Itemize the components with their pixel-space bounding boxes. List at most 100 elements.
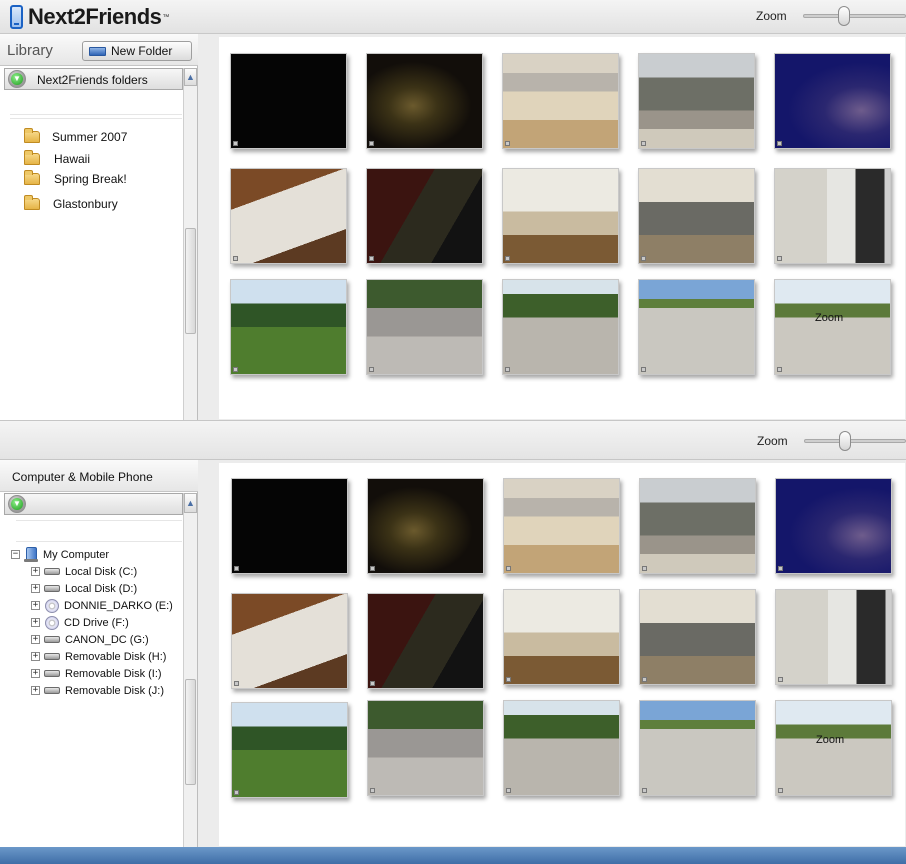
- brand-name: Next2Friends: [28, 4, 162, 29]
- hard-drive-icon: [44, 687, 60, 694]
- thumbnail[interactable]: [774, 168, 891, 264]
- tree-node-drive[interactable]: + Local Disk (D:): [31, 580, 179, 597]
- thumbnail[interactable]: [367, 593, 484, 689]
- thumbnail[interactable]: [230, 279, 347, 375]
- expand-icon[interactable]: +: [31, 584, 40, 593]
- thumbnail[interactable]: [502, 53, 619, 149]
- computer-icon: [24, 547, 38, 562]
- folders-bar[interactable]: ▼ Next2Friends folders: [4, 68, 183, 90]
- thumbnail[interactable]: [502, 279, 619, 375]
- thumbnail[interactable]: Zoom: [774, 279, 891, 375]
- thumbnail[interactable]: [367, 700, 484, 796]
- tree-node-drive[interactable]: + CD Drive (F:): [31, 614, 179, 631]
- computer-panel-header: Computer & Mobile Phone: [0, 460, 198, 492]
- tree-node-label: DONNIE_DARKO (E:): [64, 599, 173, 612]
- expand-icon[interactable]: +: [31, 601, 40, 610]
- thumbnail[interactable]: [366, 279, 483, 375]
- bottom-thumbnail-grid: Zoom: [219, 463, 905, 846]
- thumbnail[interactable]: [503, 589, 620, 685]
- thumbnail[interactable]: [775, 589, 892, 685]
- folder-item-summer-2007[interactable]: Summer 2007: [24, 128, 127, 144]
- tree-node-drive[interactable]: + Removable Disk (I:): [31, 665, 179, 682]
- folder-icon: [24, 170, 40, 185]
- bottom-zoom-slider-handle[interactable]: [839, 431, 851, 451]
- thumbnail[interactable]: [366, 53, 483, 149]
- tree-node-label: My Computer: [43, 548, 110, 561]
- divider: [16, 541, 182, 542]
- scroll-up-icon[interactable]: ▲: [184, 493, 197, 513]
- tree-node-my-computer[interactable]: − My Computer: [11, 546, 179, 563]
- expand-icon[interactable]: +: [31, 635, 40, 644]
- computer-tree-bar[interactable]: ▼: [4, 493, 183, 515]
- tree-node-label: Removable Disk (I:): [65, 667, 162, 680]
- scroll-thumb[interactable]: [185, 228, 196, 334]
- folders-bar-label: Next2Friends folders: [37, 73, 148, 87]
- thumbnail[interactable]: [230, 168, 347, 264]
- thumbnail[interactable]: [638, 53, 755, 149]
- library-header: Library New Folder: [0, 34, 198, 66]
- tree-node-label: Local Disk (C:): [65, 565, 138, 578]
- expand-icon[interactable]: +: [31, 686, 40, 695]
- top-zoom-slider-track[interactable]: [803, 14, 906, 18]
- tree-node-drive[interactable]: + Local Disk (C:): [31, 563, 179, 580]
- tree-node-label: Local Disk (D:): [65, 582, 138, 595]
- tree-node-label: Removable Disk (J:): [65, 684, 165, 697]
- thumbnail[interactable]: [503, 700, 620, 796]
- top-zoom-label: Zoom: [756, 9, 787, 23]
- thumbnail[interactable]: [639, 700, 756, 796]
- library-title: Library: [7, 42, 53, 59]
- thumbnail[interactable]: [502, 168, 619, 264]
- hard-drive-icon: [44, 670, 60, 677]
- thumbnail[interactable]: [638, 279, 755, 375]
- new-folder-icon: [89, 46, 106, 56]
- folder-icon: [24, 195, 40, 210]
- computer-tree: − My Computer + Local Disk (C:) + Local …: [11, 546, 179, 699]
- expand-icon[interactable]: +: [31, 618, 40, 627]
- tree-node-drive[interactable]: + DONNIE_DARKO (E:): [31, 597, 179, 614]
- expand-icon[interactable]: +: [31, 669, 40, 678]
- folder-item-hawaii[interactable]: Hawaii: [24, 150, 90, 166]
- thumbnail[interactable]: [230, 53, 347, 149]
- app-header: Next2Friends ™ Zoom: [0, 0, 906, 34]
- thumbnail[interactable]: [774, 53, 891, 149]
- thumbnail[interactable]: Zoom: [775, 700, 892, 796]
- tree-node-drive[interactable]: + Removable Disk (J:): [31, 682, 179, 699]
- tree-scrollbar[interactable]: ▲: [183, 493, 197, 847]
- expand-icon[interactable]: +: [31, 567, 40, 576]
- new-folder-label: New Folder: [111, 44, 173, 58]
- thumbnail[interactable]: [231, 478, 348, 574]
- scroll-up-icon[interactable]: ▲: [184, 68, 197, 86]
- expand-icon[interactable]: +: [31, 652, 40, 661]
- folder-icon: [24, 128, 40, 143]
- grid-footer-strip: [219, 808, 632, 845]
- app-window: Next2Friends ™ Zoom Library New Folder ▼…: [0, 0, 906, 864]
- thumbnail[interactable]: [231, 702, 348, 798]
- thumbnail[interactable]: [231, 593, 348, 689]
- trademark: ™: [162, 13, 170, 21]
- folder-item-glastonbury[interactable]: Glastonbury: [24, 195, 118, 211]
- folder-item-spring-break[interactable]: Spring Break!: [24, 170, 127, 186]
- thumbnail[interactable]: [639, 478, 756, 574]
- tree-node-drive[interactable]: + CANON_DC (G:): [31, 631, 179, 648]
- new-folder-button[interactable]: New Folder: [82, 41, 192, 61]
- thumbnail[interactable]: [503, 478, 620, 574]
- collapse-folders-icon[interactable]: ▼: [8, 70, 26, 88]
- thumbnail[interactable]: [639, 589, 756, 685]
- computer-panel-title: Computer & Mobile Phone: [12, 470, 153, 484]
- scroll-thumb[interactable]: [185, 679, 196, 785]
- thumbnail-overlay-text: Zoom: [815, 312, 844, 324]
- folders-scrollbar[interactable]: ▲: [183, 68, 197, 420]
- hard-drive-icon: [44, 636, 60, 643]
- app-logo: Next2Friends ™: [10, 3, 169, 31]
- top-thumbnail-area: Zoom: [199, 34, 906, 420]
- collapse-icon[interactable]: −: [11, 550, 20, 559]
- thumbnail[interactable]: [638, 168, 755, 264]
- thumbnail[interactable]: [775, 478, 892, 574]
- library-panel: Library New Folder ▼ Next2Friends folder…: [0, 34, 198, 420]
- tree-node-drive[interactable]: + Removable Disk (H:): [31, 648, 179, 665]
- bottom-zoom-slider-track[interactable]: [804, 439, 906, 443]
- thumbnail[interactable]: [367, 478, 484, 574]
- top-zoom-slider-handle[interactable]: [838, 6, 850, 26]
- collapse-tree-icon[interactable]: ▼: [8, 495, 26, 513]
- thumbnail[interactable]: [366, 168, 483, 264]
